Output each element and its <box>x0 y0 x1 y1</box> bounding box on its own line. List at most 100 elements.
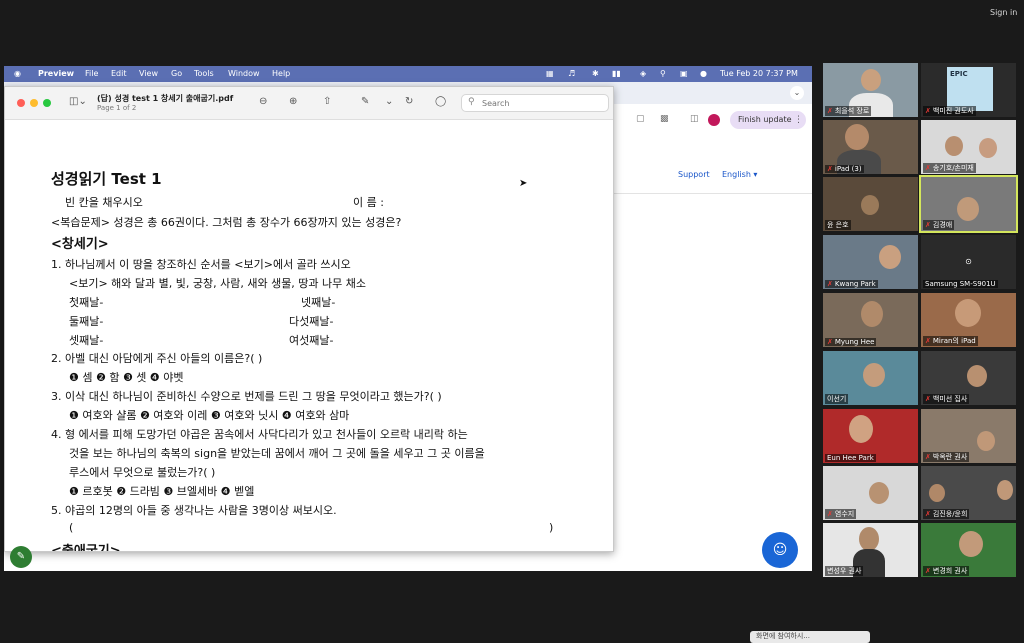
participant-name: Samsung SM-S901U <box>923 280 998 288</box>
close-window-button[interactable] <box>17 99 25 107</box>
sidebar-icon[interactable]: ◫ <box>690 114 699 124</box>
menu-tools[interactable]: Tools <box>194 69 214 78</box>
doc-line: 여섯째날- <box>289 334 334 347</box>
menu-help[interactable]: Help <box>272 69 290 78</box>
doc-instruction: 빈 칸을 채우시오 <box>65 196 143 209</box>
menu-file[interactable]: File <box>85 69 98 78</box>
participant-avatar <box>997 480 1013 500</box>
minimize-window-button[interactable] <box>30 99 38 107</box>
participant-tile[interactable]: ✗ 김경애 <box>919 175 1018 233</box>
participant-tile[interactable]: ✗ 송기호/손미재 <box>921 120 1016 174</box>
doc-line: ❶ 르호봇 ❷ 드라빔 ❸ 브엘세바 ❹ 벧엘 <box>69 485 255 498</box>
puzzle-icon[interactable]: ▩ <box>660 114 669 124</box>
mac-menubar: ◉ Preview File Edit View Go Tools Window… <box>4 66 812 82</box>
chevron-down-icon[interactable]: ⌄ <box>790 86 804 100</box>
participant-avatar <box>861 69 881 91</box>
participant-tile[interactable]: ⊙ Samsung SM-S901U <box>921 235 1016 289</box>
participant-tile[interactable]: ✗ Myung Hee <box>823 293 918 347</box>
divider <box>612 193 812 194</box>
doc-line: ❶ 여호와 샬롬 ❷ 여호와 이레 ❸ 여호와 닛시 ❹ 여호와 삼마 <box>69 409 350 422</box>
menu-window[interactable]: Window <box>228 69 260 78</box>
participant-avatar <box>977 431 995 451</box>
participant-tile[interactable]: ✗ Miran의 iPad <box>921 293 1016 347</box>
participant-tile[interactable]: ✗ 변경희 권사 <box>921 523 1016 577</box>
participant-tile[interactable]: ✗ Kwang Park <box>823 235 918 289</box>
participant-tile[interactable]: EPIC ✗ 백미진 권도사 <box>921 63 1016 117</box>
menu-edit[interactable]: Edit <box>111 69 127 78</box>
participant-tile[interactable]: 윤 은호 <box>823 177 918 231</box>
participant-name: ✗ 백미진 권도사 <box>923 106 976 116</box>
participant-avatar <box>859 527 879 551</box>
participant-name: ✗ 송기호/손미재 <box>923 163 976 173</box>
participant-tile[interactable]: ✗ 김진웅/윤희 <box>921 466 1016 520</box>
support-link[interactable]: Support <box>678 170 710 179</box>
doc-name-label: 이 름 : <box>353 196 384 209</box>
participant-avatar <box>957 197 979 221</box>
apple-icon[interactable]: ◉ <box>14 69 21 78</box>
participant-tile[interactable]: ✗ iPad (3) <box>823 120 918 174</box>
participant-avatar <box>967 365 987 387</box>
preview-window: ◫⌄ (답) 성경 test 1 창세기 출애굽기.pdf Page 1 of … <box>4 86 614 552</box>
wifi-icon[interactable]: ◈ <box>640 69 646 78</box>
menu-view[interactable]: View <box>139 69 158 78</box>
doc-line: 3. 이삭 대신 하나님이 준비하신 수양으로 번제를 드린 그 땅을 무엇이라… <box>51 390 442 403</box>
participant-name: ✗ 김경애 <box>923 220 955 230</box>
keyboard-icon[interactable]: ▦ <box>546 69 554 78</box>
zoom-out-icon[interactable]: ⊖ <box>259 96 267 107</box>
language-select[interactable]: English ▾ <box>722 170 757 179</box>
doc-line: 2. 아벨 대신 아담에게 주신 아들의 이름은?( ) <box>51 352 263 365</box>
participant-avatar <box>955 299 981 327</box>
annotate-icon[interactable]: ◯ <box>435 96 446 107</box>
meeting-notice[interactable]: 화면에 참여하시... <box>750 631 870 643</box>
participant-tile[interactable]: ✗ 염수지 <box>823 466 918 520</box>
participant-avatar <box>849 415 873 443</box>
chevron-down-icon[interactable]: ⌄ <box>385 96 393 107</box>
search-icon[interactable]: ⚲ <box>660 69 666 78</box>
zoom-window-button[interactable] <box>43 99 51 107</box>
chat-support-button[interactable]: ☺ <box>762 532 798 568</box>
extension-icon[interactable]: ▢ <box>636 114 645 124</box>
menu-go[interactable]: Go <box>171 69 182 78</box>
battery-icon[interactable]: ▮▮ <box>612 69 621 78</box>
annotate-pencil-button[interactable]: ✎ <box>10 546 32 568</box>
participant-avatar <box>879 245 901 269</box>
rotate-icon[interactable]: ↻ <box>405 96 413 107</box>
participant-tile[interactable]: Eun Hee Park <box>823 409 918 463</box>
mic-muted-icon: ✗ <box>925 453 931 461</box>
preview-titlebar: ◫⌄ (답) 성경 test 1 창세기 출애굽기.pdf Page 1 of … <box>5 87 613 120</box>
zoom-in-icon[interactable]: ⊕ <box>289 96 297 107</box>
search-input[interactable] <box>482 97 602 109</box>
control-center-icon[interactable]: ▣ <box>680 69 688 78</box>
mic-muted-icon: ✗ <box>827 338 833 346</box>
participant-tile[interactable]: ✗ 백미선 집사 <box>921 351 1016 405</box>
participant-tile[interactable]: 변성우 권사 <box>823 523 918 577</box>
participant-name: ✗ Kwang Park <box>825 280 878 288</box>
share-icon[interactable]: ⇧ <box>323 96 331 107</box>
sidebar-toggle-icon[interactable]: ◫⌄ <box>69 96 87 107</box>
menu-preview[interactable]: Preview <box>38 69 74 78</box>
page-indicator: Page 1 of 2 <box>97 104 137 112</box>
doc-line: ❶ 셈 ❷ 함 ❸ 셋 ❹ 야벳 <box>69 371 184 384</box>
participant-name: Eun Hee Park <box>825 454 876 462</box>
doc-line: 둘째날- <box>69 315 104 328</box>
doc-line: 루스에서 무엇으로 불렀는가?( ) <box>69 466 216 479</box>
bluetooth-icon[interactable]: ✱ <box>592 69 599 78</box>
participant-tile[interactable]: ✗ 최을석 장로 <box>823 63 918 117</box>
markup-pen-icon[interactable]: ✎ <box>361 96 369 107</box>
doc-line: <보기> 해와 달과 별, 빛, 궁창, 사람, 새와 생물, 땅과 나무 채소 <box>69 277 367 290</box>
participant-avatar <box>845 124 869 150</box>
search-box[interactable]: ⚲ <box>461 94 609 112</box>
sign-in-button[interactable]: Sign in <box>990 8 1017 17</box>
participant-tile[interactable]: ✗ 박옥란 권사 <box>921 409 1016 463</box>
siri-icon[interactable]: ● <box>700 69 707 78</box>
participant-name: ✗ 염수지 <box>825 509 857 519</box>
doc-line: 다섯째날- <box>289 315 334 328</box>
doc-title: 성경읽기 Test 1 <box>51 170 162 188</box>
participant-tile[interactable]: 이선기 <box>823 351 918 405</box>
participant-name: 변성우 권사 <box>825 566 864 576</box>
volume-icon[interactable]: ♬ <box>568 69 575 78</box>
avatar[interactable] <box>708 114 720 126</box>
participant-name: ✗ 변경희 권사 <box>923 566 970 576</box>
participant-name: ✗ 김진웅/윤희 <box>923 509 970 519</box>
more-vert-icon[interactable]: ⋮ <box>794 111 803 129</box>
